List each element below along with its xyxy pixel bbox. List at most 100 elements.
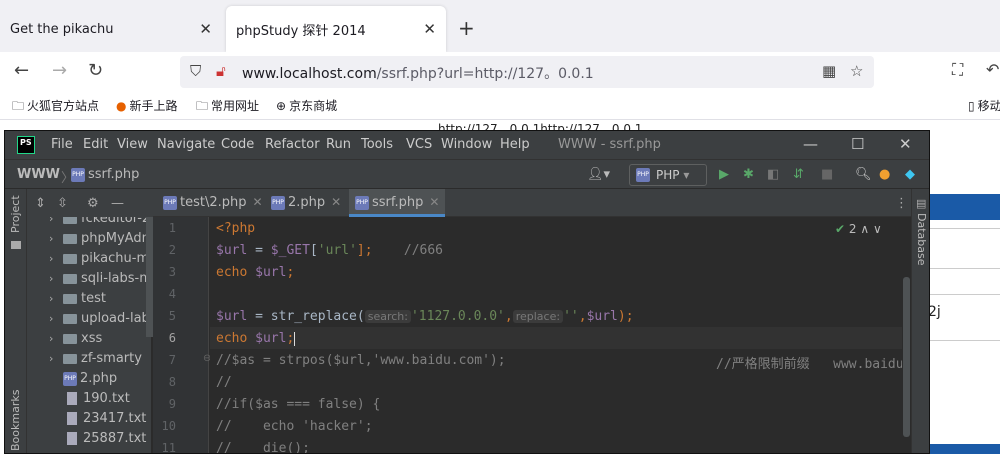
hide-icon[interactable]: — — [111, 196, 124, 211]
bookmark-item[interactable]: ⊕ 京东商城 — [276, 97, 337, 114]
bookmarks-toolbar: 🗀 火狐官方站点 ● 新手上路 🗀 常用网址 ⊕ 京东商城 ▯ 移动 — [0, 92, 1000, 120]
reload-icon[interactable]: ↻ — [88, 60, 103, 81]
menu-refactor[interactable]: Refactor — [265, 137, 320, 152]
close-icon[interactable]: ✕ — [199, 20, 212, 38]
chevron-right-icon[interactable]: › — [49, 312, 63, 325]
run-icon[interactable]: ▶ — [719, 167, 729, 182]
close-tab-icon[interactable]: ✕ — [429, 195, 439, 209]
browser-nav-bar: ← → ↻ ⛉ 🔓︎ www.localhost.com/ssrf.php?ur… — [0, 52, 1000, 92]
expand-all-icon[interactable]: ⇕ — [35, 196, 46, 211]
code-editor[interactable]: <?php $url = $_GET['url']; //666 echo $u… — [210, 217, 912, 453]
inspection-widget[interactable]: ✔ 2 ∧ ∨ — [835, 222, 882, 236]
stop-icon[interactable]: ■ — [821, 167, 833, 182]
menu-tools[interactable]: Tools — [361, 137, 393, 152]
forward-arrow-icon[interactable]: → — [52, 60, 67, 81]
browser-tab-pikachu[interactable]: Get the pikachu ✕ — [0, 6, 222, 52]
page-divider — [930, 340, 1000, 341]
tree-item-folder[interactable]: › upload-lab — [49, 311, 150, 331]
url-bar[interactable]: ⛉ 🔓︎ www.localhost.com/ssrf.php?url=http… — [180, 56, 874, 88]
bookmark-item[interactable]: 🗀 火狐官方站点 — [12, 97, 99, 118]
tree-item-folder[interactable]: › test — [49, 291, 106, 311]
user-icon[interactable]: 👤︎▾ — [587, 167, 610, 182]
editor-tab-test-2-php[interactable]: PHP test\2.php ✕ — [157, 189, 263, 217]
menu-navigate[interactable]: Navigate — [157, 137, 215, 152]
tree-item-file[interactable]: 23417.txt — [67, 411, 146, 431]
more-options-icon[interactable]: ⋮ — [895, 196, 908, 211]
chevron-right-icon[interactable]: › — [49, 217, 63, 225]
bookmark-item-mobile[interactable]: ▯ 移动 — [968, 97, 1000, 114]
bookmark-item[interactable]: ● 新手上路 — [116, 97, 178, 114]
bookmarks-tool-tab[interactable]: Bookmarks — [9, 390, 22, 451]
bookmark-star-icon[interactable]: ☆ — [850, 62, 863, 80]
code-comment: //严格限制前缀 www.baidu. — [716, 357, 912, 372]
right-tool-strip: ▤ Database — [911, 189, 929, 453]
tree-item-folder[interactable]: › phpMyAdm — [49, 231, 151, 251]
scrollbar-thumb[interactable] — [903, 277, 910, 437]
bookmark-item[interactable]: 🗀 常用网址 — [196, 97, 259, 118]
chevron-up-icon[interactable]: ∧ — [860, 222, 869, 236]
php-file-icon: PHP — [163, 195, 177, 210]
new-tab-plus-icon[interactable]: + — [458, 16, 475, 40]
chevron-right-icon[interactable]: › — [49, 352, 63, 365]
chevron-right-icon[interactable]: › — [49, 232, 63, 245]
chevron-right-icon[interactable]: › — [49, 272, 63, 285]
shield-icon[interactable]: ⛉ — [190, 62, 201, 80]
collapse-all-icon[interactable]: ⇳ — [57, 196, 68, 211]
editor-tab-ssrf-php[interactable]: PHP ssrf.php ✕ — [349, 189, 445, 217]
param-hint-replace: replace: — [512, 310, 564, 323]
breadcrumb-file[interactable]: PHP ssrf.php — [71, 167, 139, 182]
database-tool-tab[interactable]: Database — [915, 213, 928, 266]
tree-item-folder[interactable]: › zf-smarty — [49, 351, 142, 371]
close-tab-icon[interactable]: ✕ — [253, 195, 263, 209]
debug-icon[interactable]: ✱ — [743, 167, 754, 182]
tree-item-file[interactable]: 25887.txt — [67, 431, 146, 451]
coverage-icon[interactable]: ◧ — [767, 167, 779, 182]
profiler-icon[interactable]: ⇵ — [793, 167, 804, 182]
tree-item-folder[interactable]: › pikachu-ma — [49, 251, 151, 271]
close-icon[interactable]: ✕ — [423, 20, 436, 38]
menu-window[interactable]: Window — [441, 137, 492, 152]
menu-code[interactable]: Code — [221, 137, 254, 152]
menu-run[interactable]: Run — [326, 137, 351, 152]
globe-icon: ⊕ — [276, 99, 287, 113]
breadcrumb-root[interactable]: WWW — [17, 167, 60, 182]
chevron-right-icon[interactable]: › — [49, 252, 63, 265]
close-tab-icon[interactable]: ✕ — [331, 195, 341, 209]
tree-scrollbar[interactable] — [146, 217, 153, 337]
url-text[interactable]: www.localhost.com/ssrf.php?url=http://12… — [242, 63, 594, 83]
close-window-icon[interactable]: ✕ — [899, 135, 912, 153]
menu-view[interactable]: View — [117, 137, 148, 152]
menu-vcs[interactable]: VCS — [406, 137, 432, 152]
editor-scrollbar[interactable] — [902, 217, 911, 453]
gear-icon[interactable]: ⚙ — [87, 196, 99, 211]
chevron-right-icon[interactable]: › — [49, 332, 63, 345]
tree-item-file[interactable]: 190.txt — [67, 391, 130, 411]
chevron-right-icon[interactable]: › — [49, 292, 63, 305]
param-hint-search: search: — [364, 310, 411, 323]
insecure-lock-icon[interactable]: 🔓︎ — [216, 62, 226, 80]
tree-item-folder[interactable]: › fckeditor-2 — [49, 217, 150, 231]
menu-help[interactable]: Help — [500, 137, 530, 152]
tree-item-file[interactable]: PHP 2.php — [63, 371, 117, 391]
undo-icon[interactable]: ↶ — [986, 60, 999, 79]
folder-icon — [63, 253, 77, 264]
chevron-down-icon[interactable]: ∨ — [873, 222, 882, 236]
menu-file[interactable]: File — [51, 137, 73, 152]
search-icon[interactable]: 🔍︎ — [855, 167, 872, 182]
editor-tab-2-php[interactable]: PHP 2.php ✕ — [265, 189, 345, 217]
page-divider — [930, 228, 1000, 229]
ide-logo-icon[interactable]: ◆ — [905, 167, 915, 182]
browser-tab-phpstudy[interactable]: phpStudy 探针 2014 ✕ — [226, 6, 446, 52]
tree-item-folder[interactable]: › xss — [49, 331, 102, 351]
update-icon[interactable]: ● — [879, 167, 890, 182]
project-tool-tab[interactable]: Project — [9, 195, 22, 233]
tree-item-folder[interactable]: › sqli-labs-m — [49, 271, 151, 291]
qr-code-icon[interactable]: ▦ — [822, 62, 836, 80]
minimize-icon[interactable]: — — [803, 135, 818, 153]
maximize-icon[interactable]: ☐ — [851, 135, 864, 153]
run-config-dropdown[interactable]: PHP PHP ▾ — [629, 164, 707, 186]
text-file-icon — [67, 392, 77, 405]
menu-edit[interactable]: Edit — [83, 137, 108, 152]
crop-icon[interactable]: ⛶ — [952, 60, 963, 80]
back-arrow-icon[interactable]: ← — [14, 60, 29, 81]
